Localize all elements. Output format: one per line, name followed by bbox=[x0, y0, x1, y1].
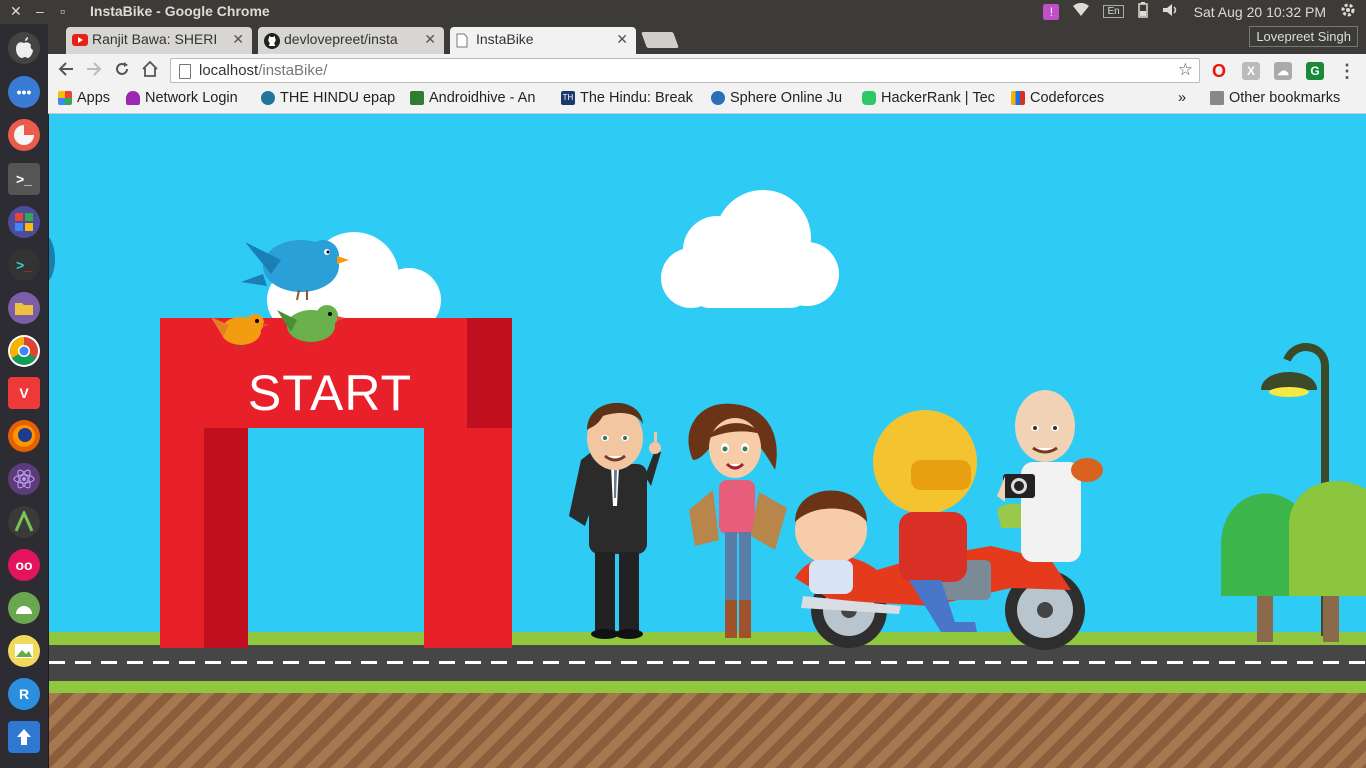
cloud-extension-icon[interactable]: ☁ bbox=[1274, 62, 1292, 80]
chrome-menu-icon[interactable]: ⋮ bbox=[1338, 62, 1356, 80]
bookmark-the-hindu-epaper[interactable]: THE HINDU epap bbox=[261, 90, 401, 106]
start-label[interactable]: START bbox=[160, 364, 500, 422]
x-extension-icon[interactable]: X bbox=[1242, 62, 1260, 80]
apple-menu-icon[interactable] bbox=[8, 32, 40, 64]
tab-strip: Ranjit Bawa: SHERI ✕ devlovepreet/insta … bbox=[48, 24, 1366, 54]
page-viewport: START bbox=[49, 114, 1366, 768]
close-tab-icon[interactable]: ✕ bbox=[616, 31, 628, 48]
top-panel: ✕ – ▫ InstaBike - Google Chrome ! En Sat… bbox=[0, 0, 1366, 24]
files-icon[interactable] bbox=[8, 292, 40, 324]
close-tab-icon[interactable]: ✕ bbox=[232, 31, 244, 48]
android-studio-icon[interactable] bbox=[8, 506, 40, 538]
close-window-icon[interactable]: ✕ bbox=[10, 3, 22, 20]
image-viewer-icon[interactable] bbox=[8, 635, 40, 667]
gate-right-leg bbox=[424, 428, 512, 648]
green-bird-icon bbox=[277, 305, 345, 346]
rstudio-icon[interactable]: R bbox=[8, 678, 40, 710]
atom-icon[interactable] bbox=[8, 463, 40, 495]
androidhive-icon bbox=[410, 91, 424, 105]
tab-instabike[interactable]: InstaBike ✕ bbox=[450, 27, 636, 54]
orange-bird-icon bbox=[211, 314, 269, 349]
the-hindu-icon: TH bbox=[561, 91, 575, 105]
new-tab-button[interactable] bbox=[641, 32, 679, 48]
spoj-icon bbox=[711, 91, 725, 105]
blue-bird-icon bbox=[241, 240, 349, 301]
tab-label: Ranjit Bawa: SHERI bbox=[92, 31, 218, 47]
tree-right-icon bbox=[1289, 481, 1366, 642]
window-title: InstaBike - Google Chrome bbox=[90, 3, 270, 19]
home-icon[interactable] bbox=[142, 60, 158, 82]
page-icon bbox=[456, 33, 472, 48]
wordpress-icon bbox=[261, 91, 275, 105]
bookmark-codeforces[interactable]: Codeforces bbox=[1011, 90, 1121, 106]
system-tray: ! En Sat Aug 20 10:32 PM bbox=[1043, 2, 1356, 21]
grammarly-icon[interactable]: G bbox=[1306, 62, 1324, 80]
folder-icon bbox=[1210, 91, 1224, 105]
keyboard-layout-indicator[interactable]: En bbox=[1103, 5, 1124, 18]
other-bookmarks-folder[interactable]: Other bookmarks bbox=[1210, 90, 1360, 106]
flickr-icon[interactable]: oo bbox=[8, 549, 40, 581]
bookmark-spoj[interactable]: Sphere Online Ju bbox=[711, 90, 849, 106]
upload-app-icon[interactable] bbox=[8, 721, 40, 753]
android-sdk-icon[interactable] bbox=[8, 592, 40, 624]
unity-launcher: ••• >_ > _ V oo R bbox=[0, 24, 49, 768]
dash-search-icon[interactable]: ••• bbox=[8, 76, 40, 108]
url-path: /instaBike/ bbox=[258, 62, 328, 79]
url-host: localhost bbox=[199, 62, 259, 79]
tab-github[interactable]: devlovepreet/insta ✕ bbox=[258, 27, 444, 54]
bookmarks-bar: Apps Network Login THE HINDU epap Androi… bbox=[48, 88, 1366, 114]
pie-chart-app-icon[interactable] bbox=[8, 119, 40, 151]
page-info-icon[interactable] bbox=[179, 64, 191, 79]
cloud-right bbox=[661, 190, 839, 308]
notification-icon[interactable]: ! bbox=[1043, 3, 1060, 20]
opera-vpn-icon[interactable]: O bbox=[1210, 62, 1228, 80]
woman-shopper-character bbox=[688, 403, 787, 638]
umbrella-icon bbox=[126, 91, 140, 105]
github-icon bbox=[264, 33, 280, 49]
tab-label: devlovepreet/insta bbox=[284, 31, 398, 47]
terminal-icon[interactable]: >_ bbox=[8, 163, 40, 195]
road-lane-markings bbox=[49, 661, 1366, 664]
forward-icon[interactable] bbox=[86, 61, 102, 82]
offscreen-decoration bbox=[49, 234, 55, 284]
wifi-icon[interactable] bbox=[1073, 2, 1090, 20]
bookmark-the-hindu[interactable]: TH The Hindu: Break bbox=[561, 90, 698, 106]
vivaldi-icon[interactable]: V bbox=[8, 377, 40, 409]
bookmark-star-icon[interactable]: ☆ bbox=[1178, 60, 1193, 80]
reload-icon[interactable] bbox=[114, 61, 130, 82]
dirt-ground bbox=[49, 693, 1366, 768]
gate-left-leg-shade bbox=[204, 428, 248, 648]
old-tourist-character bbox=[997, 390, 1103, 562]
bookmark-network-login[interactable]: Network Login bbox=[126, 90, 252, 106]
address-bar[interactable]: localhost/instaBike/ ☆ bbox=[170, 58, 1200, 83]
hackerrank-icon bbox=[862, 91, 876, 105]
close-tab-icon[interactable]: ✕ bbox=[424, 31, 436, 48]
clock[interactable]: Sat Aug 20 10:32 PM bbox=[1194, 4, 1326, 20]
minimize-window-icon[interactable]: – bbox=[36, 3, 44, 19]
chrome-icon[interactable] bbox=[8, 335, 40, 367]
software-center-icon[interactable] bbox=[8, 206, 40, 238]
maximize-window-icon[interactable]: ▫ bbox=[60, 3, 65, 19]
bookmark-apps[interactable]: Apps bbox=[58, 90, 123, 106]
bookmarks-overflow-button[interactable]: » bbox=[1178, 90, 1186, 106]
firefox-icon[interactable] bbox=[8, 420, 40, 452]
road bbox=[49, 645, 1366, 681]
road-edge-grass bbox=[49, 681, 1366, 693]
bookmark-androidhive[interactable]: Androidhive - An bbox=[410, 90, 548, 106]
battery-icon[interactable] bbox=[1137, 2, 1148, 21]
businessman-character bbox=[569, 402, 661, 639]
back-icon[interactable] bbox=[58, 61, 74, 82]
chrome-toolbar: localhost/instaBike/ ☆ O X ☁ G ⋮ bbox=[48, 54, 1366, 88]
apps-grid-icon bbox=[58, 91, 72, 105]
volume-icon[interactable] bbox=[1162, 3, 1180, 20]
settings-gear-icon[interactable] bbox=[1340, 2, 1356, 21]
terminal-2-icon[interactable]: > _ bbox=[8, 249, 40, 281]
bookmark-hackerrank[interactable]: HackerRank | Tec bbox=[862, 90, 999, 106]
profile-button[interactable]: Lovepreet Singh bbox=[1249, 26, 1358, 47]
youtube-icon bbox=[72, 33, 88, 47]
tab-label: InstaBike bbox=[476, 31, 534, 47]
tab-youtube[interactable]: Ranjit Bawa: SHERI ✕ bbox=[66, 27, 252, 54]
codeforces-icon bbox=[1011, 91, 1025, 105]
